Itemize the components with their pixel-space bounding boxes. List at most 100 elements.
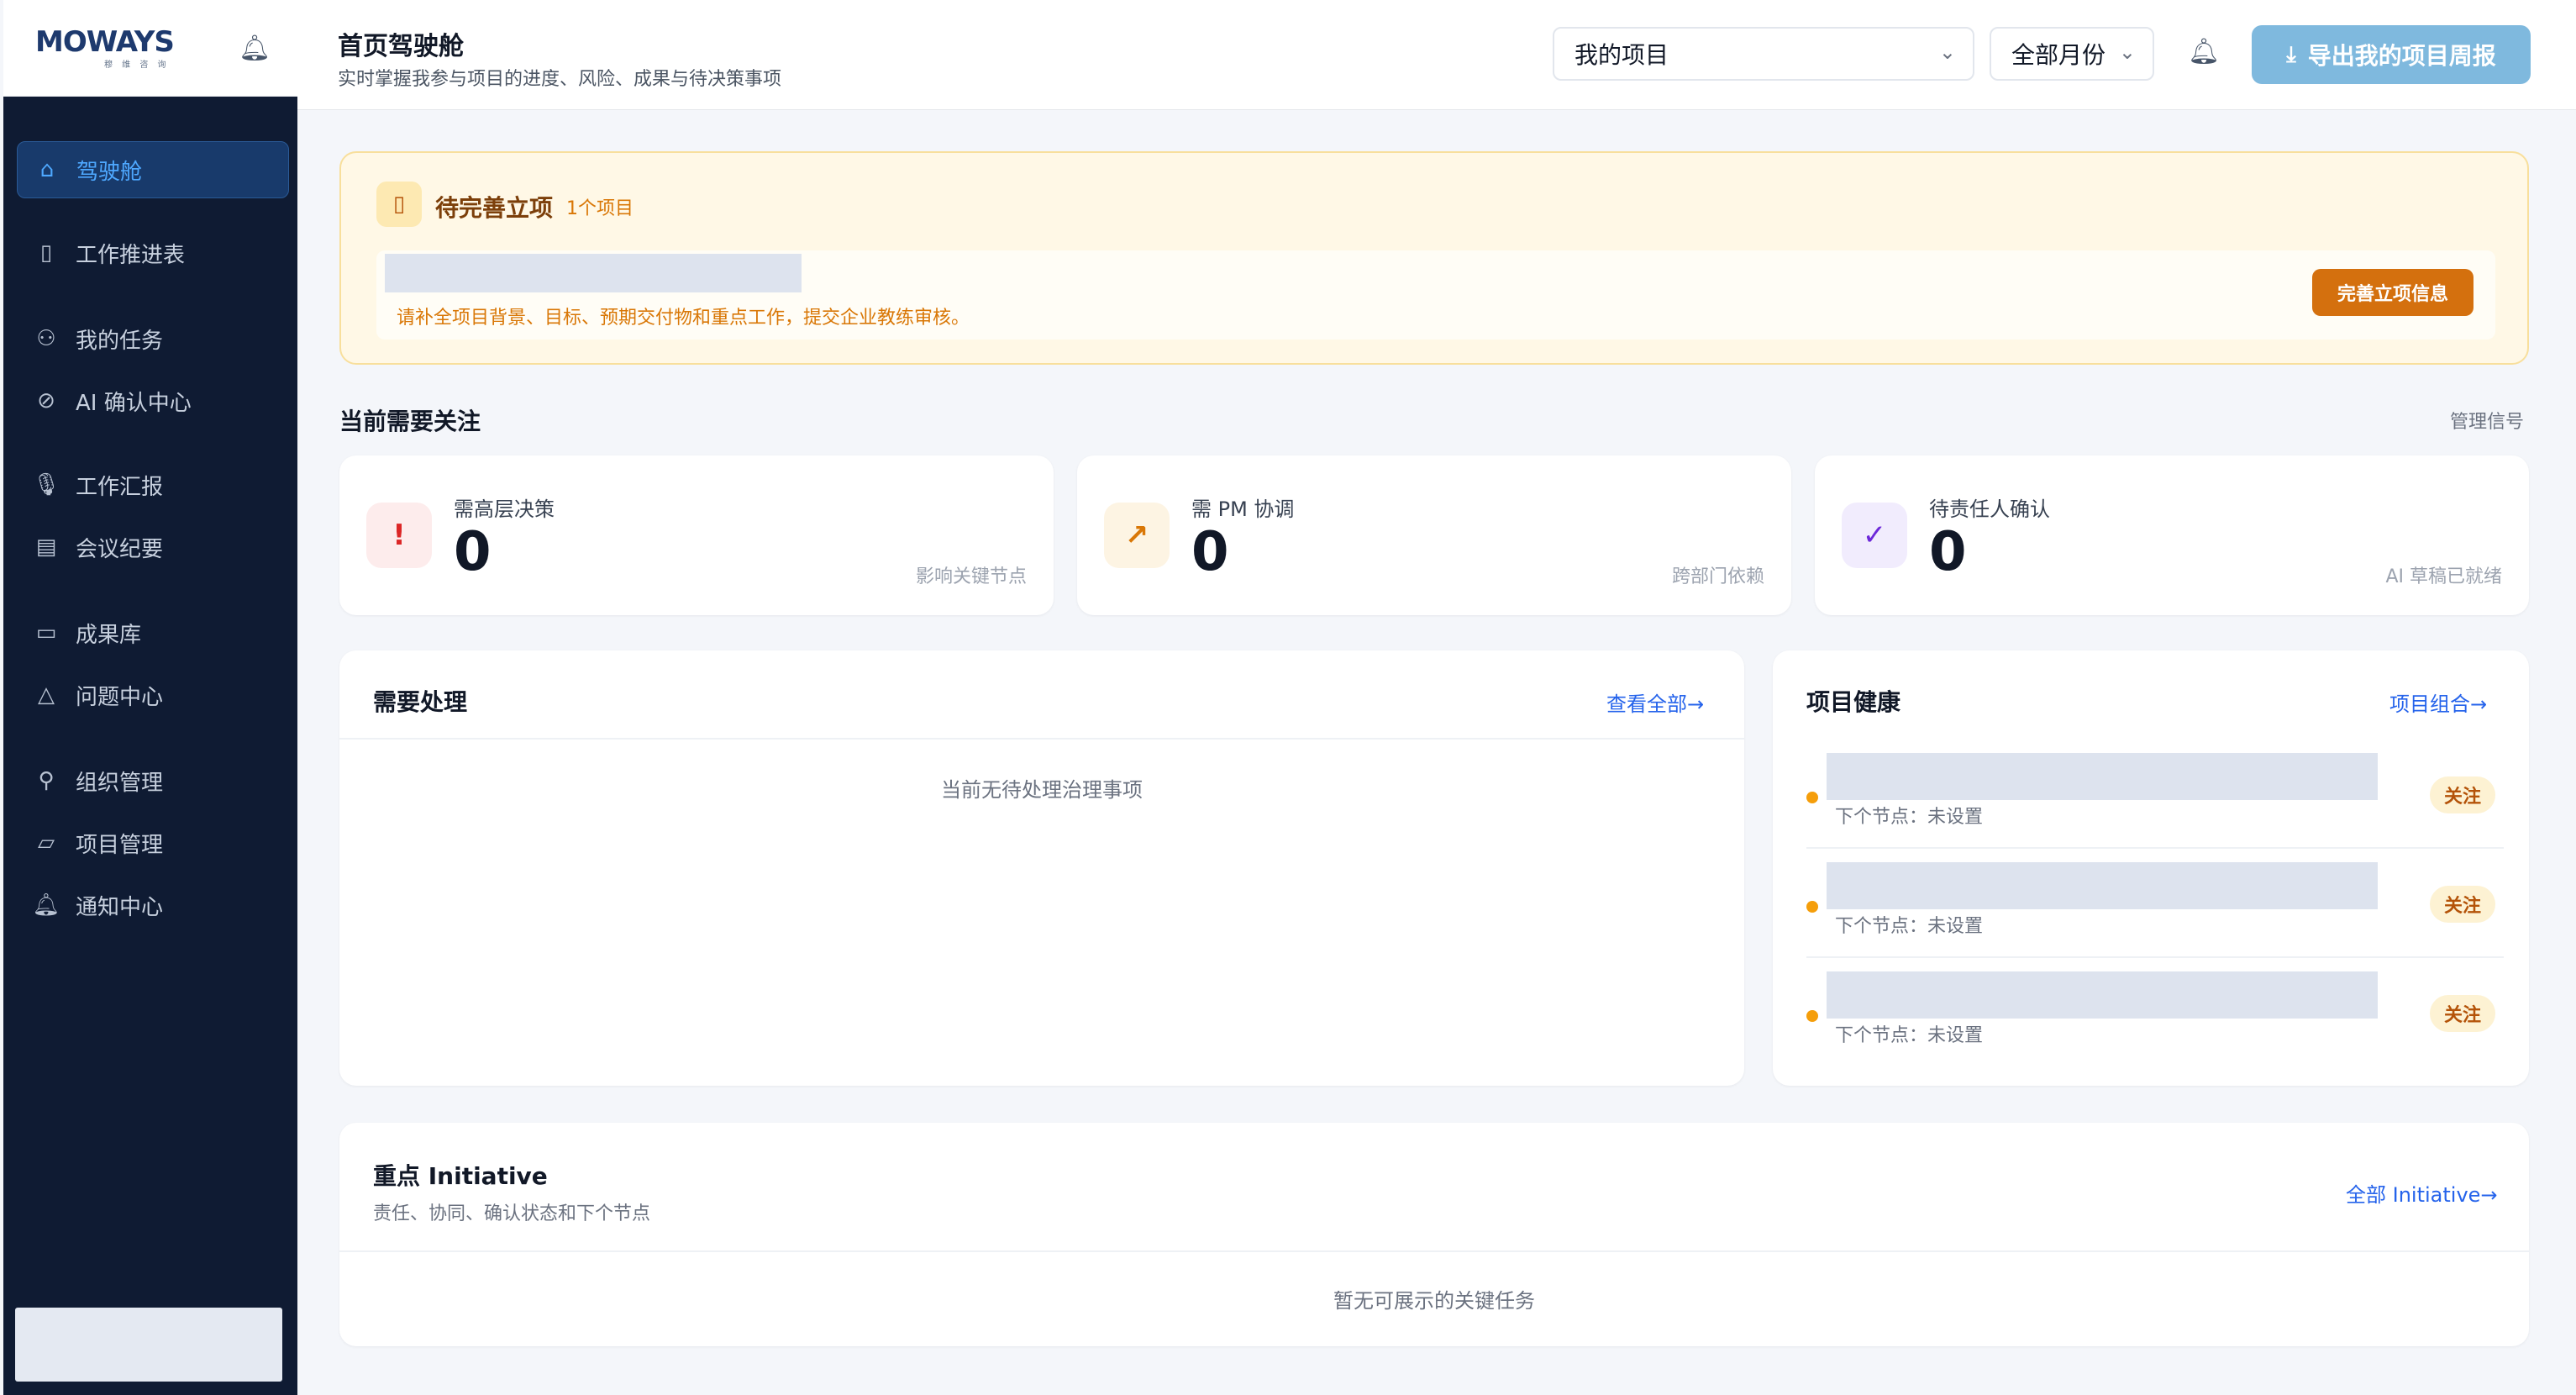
logo-subtext: 穆 维 咨 询 bbox=[104, 61, 170, 70]
exclamation-icon: ! bbox=[366, 503, 432, 568]
divider bbox=[339, 1250, 2529, 1252]
status-badge: 关注 bbox=[2430, 776, 2495, 813]
sidebar-item-org[interactable]: ⚲ 组织管理 bbox=[17, 753, 287, 808]
clipboard-icon: ▯ bbox=[376, 182, 422, 227]
export-report-label: 导出我的项目周报 bbox=[2307, 42, 2496, 70]
sidebar-item-label: 工作推进表 bbox=[76, 242, 186, 268]
next-node-text: 下个节点：未设置 bbox=[1835, 807, 1984, 828]
sidebar-item-label: 会议纪要 bbox=[76, 536, 164, 562]
metric-value: 0 bbox=[454, 521, 492, 583]
all-initiatives-link[interactable]: 全部 Initiative→ bbox=[2346, 1178, 2498, 1208]
divider bbox=[1806, 956, 2504, 958]
portfolio-link[interactable]: 项目组合→ bbox=[2389, 687, 2487, 717]
metric-label: 待责任人确认 bbox=[1929, 497, 2050, 521]
logo-bar: MOWAYS 穆 维 咨 询 🔔︎ bbox=[3, 0, 297, 97]
home-icon: ⌂ bbox=[39, 157, 55, 182]
org-icon: ⚲ bbox=[38, 768, 55, 793]
status-badge: 关注 bbox=[2430, 995, 2495, 1032]
health-row[interactable]: 下个节点：未设置 关注 bbox=[1806, 862, 2504, 970]
health-panel-title: 项目健康 bbox=[1806, 688, 1901, 716]
sidebar-item-work-report[interactable]: 🎙︎ 工作汇报 bbox=[17, 457, 287, 513]
next-node-text: 下个节点：未设置 bbox=[1835, 1025, 1984, 1046]
banner-title: 待完善立项 bbox=[435, 194, 554, 222]
complete-initiation-button[interactable]: 完善立项信息 bbox=[2312, 269, 2473, 316]
user-icon: ⚇ bbox=[36, 326, 56, 351]
initiative-subtitle: 责任、协同、确认状态和下个节点 bbox=[373, 1203, 651, 1224]
month-select[interactable]: 全部月份 ⌄ bbox=[1990, 27, 2154, 81]
chevron-down-icon: ⌄ bbox=[1938, 40, 1956, 64]
metric-note: 影响关键节点 bbox=[915, 566, 1027, 587]
export-report-button[interactable]: ⤓ 导出我的项目周报 bbox=[2252, 25, 2531, 84]
top-header: 首页驾驶舱 实时掌握我参与项目的进度、风险、成果与待决策事项 我的项目 ⌄ 全部… bbox=[297, 0, 2576, 110]
sidebar-item-work-progress[interactable]: ▯ 工作推进表 bbox=[17, 225, 287, 281]
user-profile-redacted[interactable] bbox=[15, 1308, 282, 1382]
microphone-icon: 🎙︎ bbox=[32, 472, 60, 497]
attention-section-title: 当前需要关注 bbox=[339, 408, 481, 435]
banner-count: 1个项目 bbox=[566, 198, 633, 219]
todo-panel-title: 需要处理 bbox=[373, 688, 468, 716]
sidebar-item-label: 问题中心 bbox=[76, 684, 164, 710]
metric-note: AI 草稿已就绪 bbox=[2385, 566, 2502, 587]
sidebar: MOWAYS 穆 维 咨 询 🔔︎ ⌂ 驾驶舱 ▯ 工作推进表 ⚇ 我的任务 ⊘… bbox=[3, 0, 297, 1395]
document-icon: ▤ bbox=[35, 534, 57, 560]
banner-description: 请补全项目背景、目标、预期交付物和重点工作，提交企业教练审核。 bbox=[397, 308, 970, 329]
todo-empty-text: 当前无待处理治理事项 bbox=[941, 778, 1143, 802]
sidebar-item-projects[interactable]: ▱ 项目管理 bbox=[17, 815, 287, 871]
redacted-project-name bbox=[385, 254, 802, 292]
view-all-link[interactable]: 查看全部→ bbox=[1606, 687, 1704, 717]
sidebar-item-label: 项目管理 bbox=[76, 832, 164, 858]
metric-card-pm-coordination[interactable]: ↗ 需 PM 协调 0 跨部门依赖 bbox=[1077, 455, 1791, 615]
sidebar-item-ai-confirm[interactable]: ⊘ AI 确认中心 bbox=[17, 373, 287, 429]
status-dot bbox=[1806, 1010, 1818, 1022]
sidebar-item-issues[interactable]: △ 问题中心 bbox=[17, 667, 287, 723]
next-node-text: 下个节点：未设置 bbox=[1835, 916, 1984, 937]
sidebar-item-label: 成果库 bbox=[76, 622, 142, 648]
sidebar-item-my-tasks[interactable]: ⚇ 我的任务 bbox=[17, 311, 287, 366]
sidebar-item-outcomes[interactable]: ▭ 成果库 bbox=[17, 605, 287, 661]
metric-card-owner-confirm[interactable]: ✓ 待责任人确认 0 AI 草稿已就绪 bbox=[1815, 455, 2529, 615]
redacted-project-name bbox=[1827, 753, 2378, 800]
initiative-panel-title: 重点 Initiative bbox=[373, 1162, 548, 1190]
sidebar-item-label: 驾驶舱 bbox=[76, 159, 143, 185]
metric-note: 跨部门依赖 bbox=[1671, 566, 1764, 587]
banner-project-row: 请补全项目背景、目标、预期交付物和重点工作，提交企业教练审核。 bbox=[376, 250, 2495, 340]
page-subtitle: 实时掌握我参与项目的进度、风险、成果与待决策事项 bbox=[338, 69, 782, 90]
bell-icon: 🔔︎ bbox=[32, 892, 60, 918]
sidebar-item-label: 组织管理 bbox=[76, 770, 164, 796]
divider bbox=[339, 738, 1744, 740]
initiative-panel: 重点 Initiative 责任、协同、确认状态和下个节点 全部 Initiat… bbox=[339, 1123, 2529, 1346]
bell-icon[interactable]: 🔔︎ bbox=[239, 34, 271, 63]
status-dot bbox=[1806, 901, 1818, 913]
health-row[interactable]: 下个节点：未设置 关注 bbox=[1806, 971, 2504, 1079]
app-frame: MOWAYS 穆 维 咨 询 🔔︎ ⌂ 驾驶舱 ▯ 工作推进表 ⚇ 我的任务 ⊘… bbox=[0, 0, 2576, 1395]
page-title: 首页驾驶舱 bbox=[338, 32, 464, 61]
download-icon: ⤓ bbox=[2286, 41, 2296, 67]
checkmark-icon: ✓ bbox=[1842, 503, 1907, 568]
sidebar-item-meeting-minutes[interactable]: ▤ 会议纪要 bbox=[17, 519, 287, 575]
metric-card-exec-decision[interactable]: ! 需高层决策 0 影响关键节点 bbox=[339, 455, 1054, 615]
sidebar-item-label: AI 确认中心 bbox=[76, 390, 192, 416]
logo: MOWAYS bbox=[35, 25, 175, 59]
project-select[interactable]: 我的项目 ⌄ bbox=[1553, 27, 1974, 81]
folder-icon: ▱ bbox=[38, 830, 55, 855]
bell-icon[interactable]: 🔔︎ bbox=[2188, 37, 2220, 66]
health-row[interactable]: 下个节点：未设置 关注 bbox=[1806, 753, 2504, 861]
sidebar-item-notifications[interactable]: 🔔︎ 通知中心 bbox=[17, 877, 287, 933]
metric-value: 0 bbox=[1191, 521, 1229, 583]
project-health-panel: 项目健康 项目组合→ 下个节点：未设置 关注 下个节点：未设置 关注 下个节点：… bbox=[1773, 650, 2529, 1086]
sidebar-item-cockpit[interactable]: ⌂ 驾驶舱 bbox=[17, 141, 289, 198]
redacted-project-name bbox=[1827, 971, 2378, 1019]
todo-panel: 需要处理 查看全部→ 当前无待处理治理事项 bbox=[339, 650, 1744, 1086]
sidebar-item-label: 我的任务 bbox=[76, 328, 164, 354]
initiative-empty-text: 暂无可展示的关键任务 bbox=[1333, 1289, 1535, 1313]
redacted-project-name bbox=[1827, 862, 2378, 909]
status-dot bbox=[1806, 792, 1818, 803]
project-select-value: 我的项目 bbox=[1575, 41, 1669, 69]
management-signals-link[interactable]: 管理信号 bbox=[2450, 407, 2524, 434]
check-circle-icon: ⊘ bbox=[37, 388, 55, 413]
warning-icon: △ bbox=[38, 682, 55, 708]
sidebar-item-label: 工作汇报 bbox=[76, 474, 164, 500]
metric-label: 需 PM 协调 bbox=[1191, 497, 1295, 521]
metric-label: 需高层决策 bbox=[454, 497, 555, 521]
status-badge: 关注 bbox=[2430, 886, 2495, 923]
